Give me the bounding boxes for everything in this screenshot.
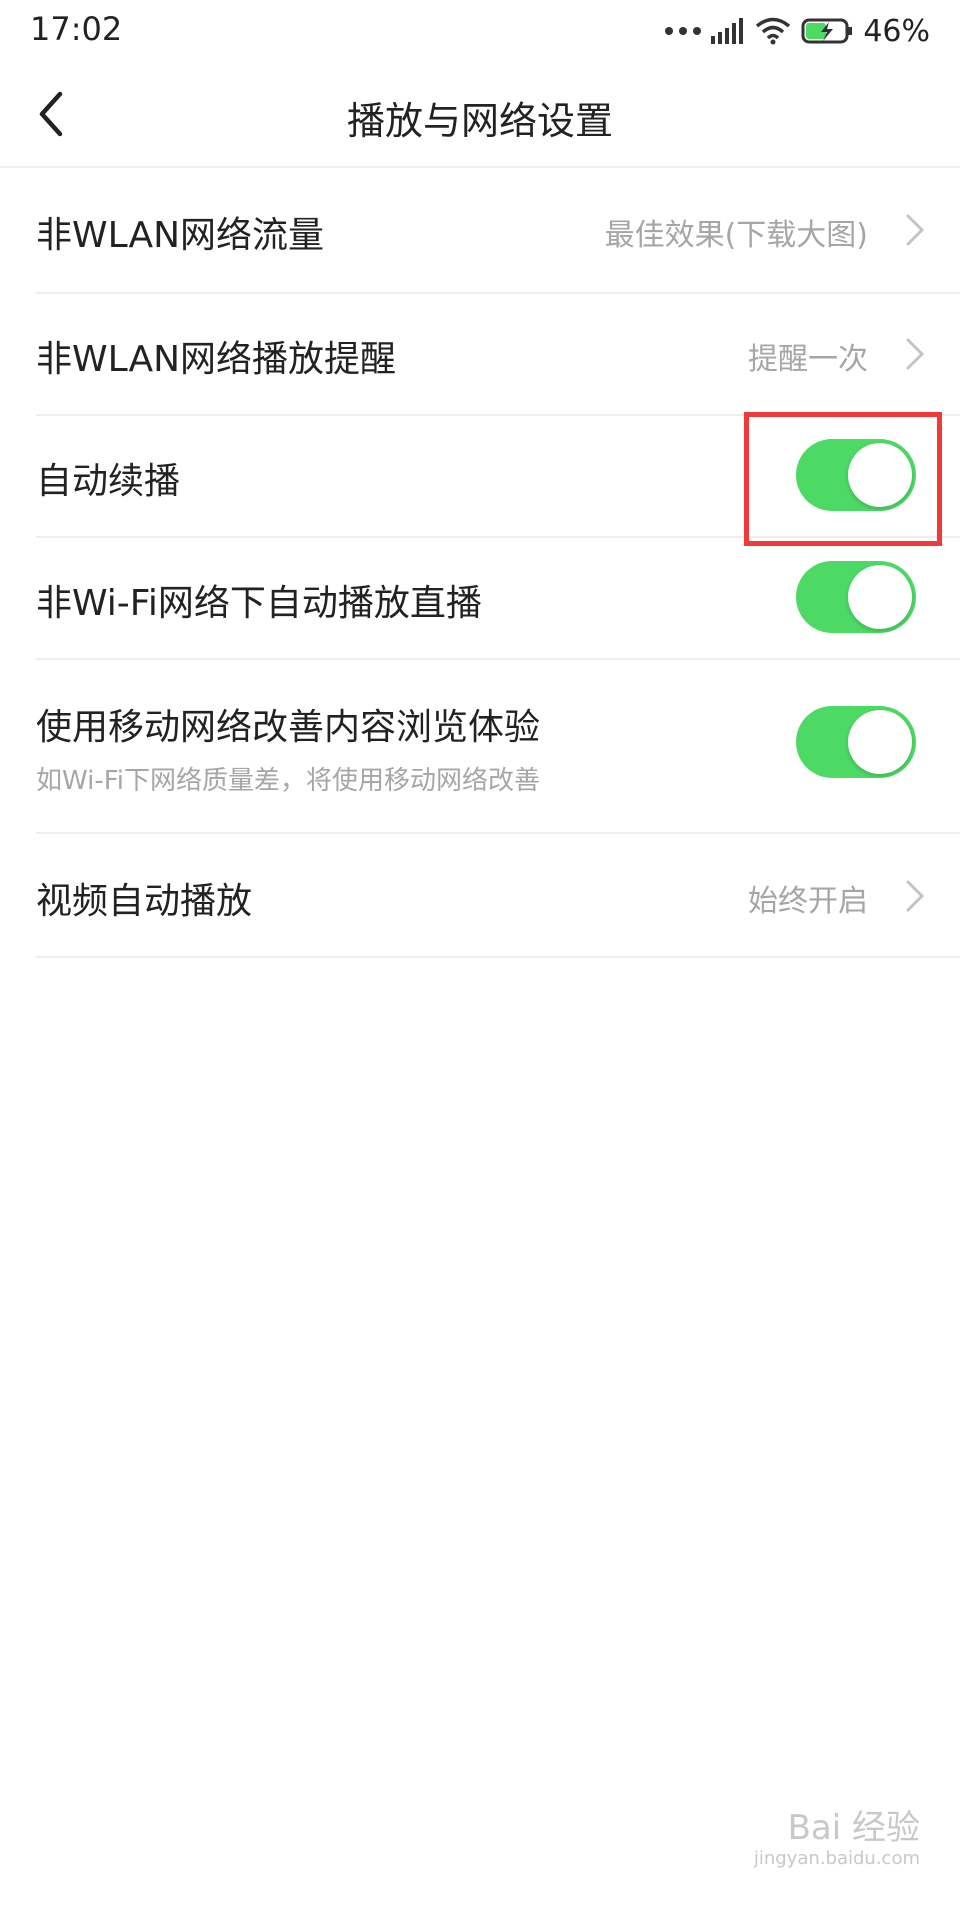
battery-percent: 46% [863, 13, 930, 49]
setting-mobile-improve: 使用移动网络改善内容浏览体验 如Wi-Fi下网络质量差，将使用移动网络改善 [0, 658, 960, 834]
status-time: 17:02 [30, 10, 123, 48]
setting-label: 非WLAN网络播放提醒 [36, 339, 397, 380]
setting-value: 提醒一次 [748, 342, 868, 377]
highlight-box [744, 412, 942, 546]
chevron-right-icon [906, 214, 925, 246]
watermark-main: Bai 经验 [787, 1808, 920, 1848]
setting-live-autoplay: 非Wi-Fi网络下自动播放直播 [0, 536, 960, 660]
setting-label: 非WLAN网络流量 [36, 215, 325, 256]
setting-play-reminder[interactable]: 非WLAN网络播放提醒 提醒一次 [0, 292, 960, 416]
setting-label: 视频自动播放 [36, 881, 253, 922]
toggle-knob [848, 710, 912, 774]
setting-value: 最佳效果(下载大图) [604, 218, 868, 253]
live-autoplay-toggle[interactable] [796, 561, 916, 633]
toggle-knob [848, 565, 912, 629]
setting-description: 如Wi-Fi下网络质量差，将使用移动网络改善 [36, 766, 541, 796]
status-bar: 17:02 46% [0, 0, 960, 62]
battery-charging-icon [801, 18, 853, 44]
chevron-right-icon [906, 338, 925, 370]
settings-list: 非WLAN网络流量 最佳效果(下载大图) 非WLAN网络播放提醒 提醒一次 自动… [0, 168, 960, 958]
mobile-improve-toggle[interactable] [796, 706, 916, 778]
setting-label: 使用移动网络改善内容浏览体验 [36, 707, 541, 748]
signal-icon [711, 18, 744, 44]
wifi-icon [756, 17, 791, 45]
setting-label: 非Wi-Fi网络下自动播放直播 [36, 583, 482, 624]
nav-bar: 播放与网络设置 [0, 62, 960, 168]
setting-video-autoplay[interactable]: 视频自动播放 始终开启 [0, 832, 960, 958]
setting-label: 自动续播 [36, 461, 181, 502]
page-title: 播放与网络设置 [346, 99, 613, 143]
setting-value: 始终开启 [748, 884, 868, 919]
status-icons: 46% [665, 8, 930, 54]
setting-data-traffic[interactable]: 非WLAN网络流量 最佳效果(下载大图) [0, 168, 960, 294]
watermark-logo: Bai 经验 jingyan.baidu.com [720, 1800, 920, 1880]
more-dots-icon [665, 27, 702, 35]
watermark-sub: jingyan.baidu.com [753, 1848, 920, 1869]
chevron-right-icon [906, 880, 925, 912]
